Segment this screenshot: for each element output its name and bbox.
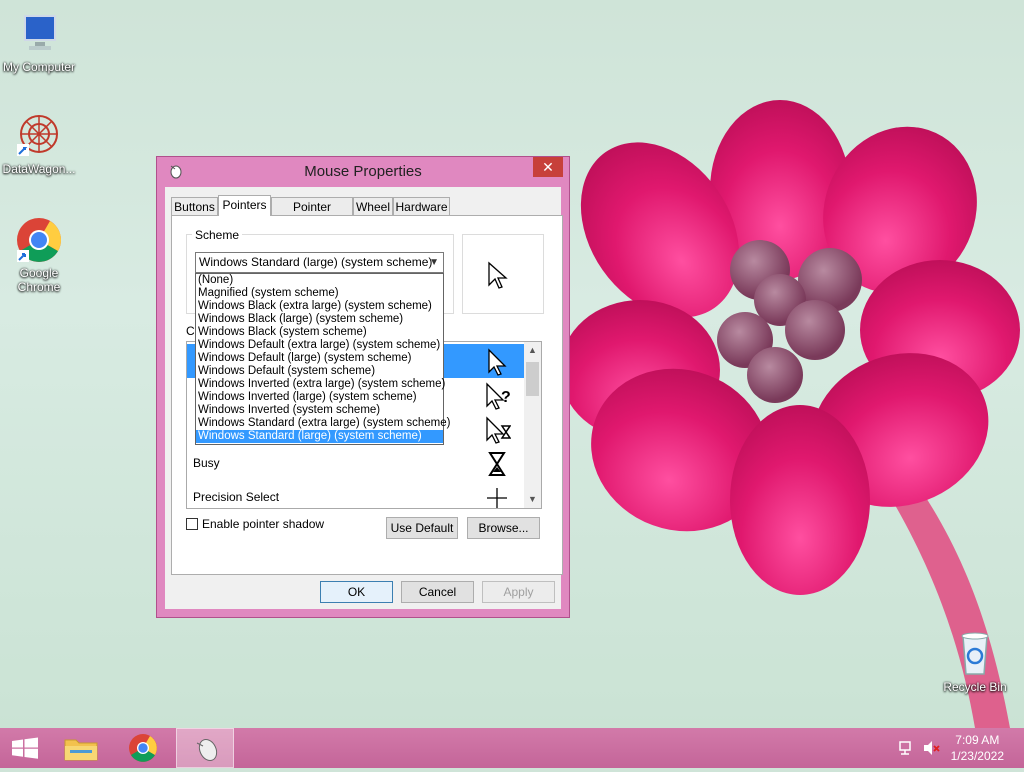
scheme-dropdown-list[interactable]: (None) Magnified (system scheme) Windows B…: [195, 273, 450, 445]
scheme-option[interactable]: Windows Black (system scheme): [196, 326, 443, 339]
desktop-icon-my-computer[interactable]: My Computer: [0, 10, 78, 74]
cursor-row-label: Precision Select: [193, 490, 280, 504]
datawagon-icon: [15, 112, 63, 160]
windows-logo-icon: [12, 737, 38, 759]
arrow-cursor-icon: [488, 348, 507, 376]
scheme-option[interactable]: Windows Inverted (large) (system scheme): [196, 391, 443, 404]
working-in-background-cursor-icon: [486, 416, 511, 444]
tab-pointers[interactable]: Pointers: [218, 195, 271, 216]
scheme-option[interactable]: Windows Inverted (system scheme): [196, 404, 443, 417]
start-button[interactable]: [0, 728, 50, 768]
scheme-option[interactable]: Windows Black (extra large) (system sche…: [196, 300, 443, 313]
scroll-up-icon[interactable]: ▲: [524, 342, 541, 359]
help-select-cursor-icon: ?: [486, 382, 511, 410]
scheme-option[interactable]: Windows Inverted (extra large) (system s…: [196, 378, 445, 391]
pointer-preview: [462, 234, 544, 314]
desktop-icon-label: DataWagon...: [2, 162, 76, 176]
cancel-button[interactable]: Cancel: [401, 581, 474, 603]
tab-wheel[interactable]: Wheel: [353, 197, 393, 215]
dialog-titlebar[interactable]: Mouse Properties ✕: [157, 157, 569, 187]
list-item[interactable]: Precision Select: [187, 480, 524, 508]
tab-pointer-options[interactable]: Pointer Options: [271, 197, 353, 232]
taskbar-file-explorer[interactable]: [56, 728, 106, 768]
svg-text:?: ?: [501, 389, 511, 406]
taskbar: 7:09 AM 1/23/2022: [0, 728, 1024, 768]
arrow-cursor-icon: [488, 261, 508, 289]
scheme-option[interactable]: (None): [196, 274, 443, 287]
dialog-client-area: Buttons Pointers Pointer Options Wheel H…: [165, 187, 563, 609]
folder-icon: [64, 739, 98, 761]
close-icon: ✕: [542, 159, 554, 175]
enable-pointer-shadow-label: Enable pointer shadow: [202, 517, 325, 531]
scheme-option[interactable]: Windows Standard (extra large) (system s…: [196, 417, 450, 430]
desktop-icon-label: Google Chrome: [17, 266, 61, 294]
desktop-icon-label: Recycle Bin: [943, 680, 1007, 694]
desktop-icon-label: My Computer: [2, 60, 76, 74]
taskbar-chrome[interactable]: [118, 728, 168, 768]
scheme-option[interactable]: Windows Default (system scheme): [196, 365, 443, 378]
use-default-button[interactable]: Use Default: [386, 517, 458, 539]
cursor-list-scrollbar[interactable]: ▲ ▼: [524, 342, 541, 508]
desktop-icon-google-chrome[interactable]: Google Chrome: [0, 216, 78, 294]
pointers-tab-page: Scheme Windows Standard (large) (system …: [171, 215, 563, 575]
volume-muted-icon[interactable]: [922, 740, 940, 756]
network-icon[interactable]: [898, 740, 916, 756]
chrome-icon: [15, 216, 63, 264]
apply-button[interactable]: Apply: [482, 581, 555, 603]
list-item[interactable]: Busy: [187, 446, 524, 480]
desktop-icon-recycle-bin[interactable]: Recycle Bin: [936, 630, 1014, 694]
clock-time: 7:09 AM: [955, 733, 1000, 747]
chrome-icon: [129, 734, 157, 762]
close-button[interactable]: ✕: [533, 157, 563, 177]
crosshair-cursor-icon: [487, 488, 507, 508]
scroll-thumb[interactable]: [526, 362, 539, 396]
clock-date: 1/23/2022: [950, 749, 1004, 763]
enable-pointer-shadow-checkbox[interactable]: [186, 518, 198, 530]
scheme-option[interactable]: Windows Black (large) (system scheme): [196, 313, 443, 326]
scroll-down-icon[interactable]: ▼: [524, 491, 541, 508]
scheme-option[interactable]: Windows Default (large) (system scheme): [196, 352, 443, 365]
browse-button[interactable]: Browse...: [467, 517, 540, 539]
scheme-option[interactable]: Magnified (system scheme): [196, 287, 443, 300]
mouse-properties-dialog: Mouse Properties ✕ Buttons Pointers Poin…: [156, 156, 570, 618]
mouse-icon: [196, 738, 218, 762]
scheme-option[interactable]: Windows Standard (large) (system scheme): [196, 430, 443, 443]
desktop-icon-datawagon[interactable]: DataWagon...: [0, 112, 78, 176]
chevron-down-icon: ▼: [429, 257, 439, 268]
hourglass-cursor-icon: [488, 452, 506, 476]
recycle-bin-icon: [951, 630, 999, 678]
dialog-title: Mouse Properties: [304, 163, 422, 180]
tab-hardware[interactable]: Hardware: [393, 197, 450, 215]
ok-button[interactable]: OK: [320, 581, 393, 603]
cursor-row-label: Busy: [193, 456, 220, 470]
computer-icon: [15, 10, 63, 58]
taskbar-clock[interactable]: 7:09 AM 1/23/2022: [951, 732, 1004, 764]
scheme-option[interactable]: Windows Default (extra large) (system sc…: [196, 339, 443, 352]
tab-buttons[interactable]: Buttons: [171, 197, 218, 215]
scheme-selected-value: Windows Standard (large) (system scheme): [199, 255, 433, 269]
scheme-label: Scheme: [192, 228, 243, 242]
taskbar-mouse-properties[interactable]: [176, 728, 234, 768]
scheme-combobox[interactable]: Windows Standard (large) (system scheme)…: [195, 252, 444, 273]
